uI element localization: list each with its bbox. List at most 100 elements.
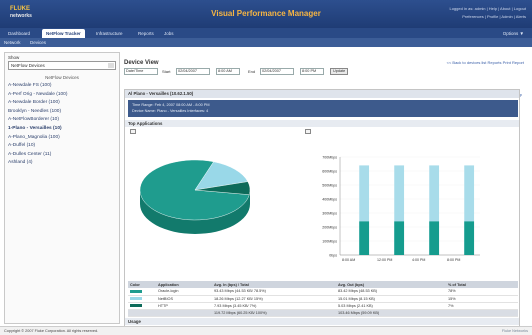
app-header: FLUKE networks Visual Performance Manage… xyxy=(0,0,532,28)
device-list-item[interactable]: A-Perf Orig - Newdale (100) xyxy=(8,91,67,100)
page-title: Device View xyxy=(124,60,159,66)
subnav-devices[interactable]: Devices xyxy=(30,38,46,47)
device-list-item[interactable]: A-Newdale Border (100) xyxy=(8,99,67,108)
sidebar: Show NetFlow Devices NetFlow Devices A-N… xyxy=(4,52,120,324)
color-swatch-cell xyxy=(128,295,156,303)
bar-oracle-login xyxy=(429,221,440,255)
device-list-item[interactable]: A-Plano_Magnolia (100) xyxy=(8,134,67,143)
col-avg-in[interactable]: Avg. In (bps) / Total xyxy=(212,281,332,288)
page-footer: Copyright © 2007 Fluke Corporation. All … xyxy=(0,326,532,335)
tab-infrastructure[interactable]: Infrastructure xyxy=(92,29,127,38)
subnav-network[interactable]: Network xyxy=(4,38,21,47)
col-color[interactable]: Color xyxy=(128,281,156,288)
color-swatch xyxy=(130,289,142,293)
applications-bar-chart: 700Mbps 600Mbps 500Mbps 400Mbps 300Mbps 200Mb… xyxy=(322,155,480,262)
col-percent[interactable]: % of Total xyxy=(446,281,518,288)
avg-out-cell: 83.42 Mbps (48.53 KB) xyxy=(336,288,446,296)
sub-nav: Network Devices xyxy=(0,38,532,47)
table-row[interactable]: Oracle-login 93.43 Mbps (44.53 KB/ 78.5%… xyxy=(128,288,518,296)
end-label: End xyxy=(248,69,256,74)
top-links-secondary[interactable]: Preferences | Profile | Admin | Alerts xyxy=(462,14,526,19)
end-time-input[interactable]: 8:00 PM xyxy=(300,68,324,75)
device-list: A-Newdale FS (100) A-Perf Orig - Newdale… xyxy=(8,82,67,168)
tab-jobs[interactable]: Jobs xyxy=(160,29,178,38)
bar-oracle-login xyxy=(464,221,475,255)
info-device-name: Device Name: Plano - Versailles Interfac… xyxy=(132,109,209,113)
app-cell[interactable]: NetBIOS xyxy=(156,295,212,303)
update-button[interactable]: Update xyxy=(330,68,349,75)
device-list-item[interactable]: Brooklyn - Needles (100) xyxy=(8,108,67,117)
table-header-row: Color Application Avg. In (bps) / Total … xyxy=(128,281,518,288)
tab-netflow-tracker[interactable]: NetFlow Tracker xyxy=(42,29,85,38)
y-tick-label: 600Mbps xyxy=(322,169,337,173)
pct-cell: 78% xyxy=(446,288,518,296)
color-swatch-cell xyxy=(128,302,156,310)
color-swatch-cell xyxy=(128,288,156,296)
device-list-item[interactable]: Ashland (4) xyxy=(8,159,67,168)
bar-oracle-login xyxy=(394,221,405,255)
chevron-down-icon[interactable] xyxy=(108,63,114,68)
usage-header: Usage xyxy=(125,318,519,325)
device-list-item[interactable]: A-Dulles Center (11) xyxy=(8,151,67,160)
sidebar-show-label: Show xyxy=(8,55,20,60)
avg-in-cell: 93.43 Mbps (44.53 KB/ 78.5%) xyxy=(212,288,332,296)
app-cell[interactable]: Oracle-login xyxy=(156,288,212,296)
x-tick-label: 8:00 AM xyxy=(342,258,355,262)
y-tick-label: 0bps xyxy=(329,253,337,257)
device-info-box: Time Range: Feb 4, 2007 08:00 AM - 8:00 … xyxy=(128,100,518,117)
time-range-controls: Date/Time Start 02/04/2007 8:00 AM End 0… xyxy=(124,68,424,76)
applications-pie-chart xyxy=(139,159,251,234)
col-application[interactable]: Application xyxy=(156,281,212,288)
device-list-item[interactable]: A-Duffel (10) xyxy=(8,142,67,151)
end-date-input[interactable]: 02/04/2007 xyxy=(260,68,294,75)
top-applications-header: Top Applications xyxy=(125,120,519,127)
avg-out-cell: 5.03 Mbps (2.41 KB) xyxy=(336,302,446,310)
total-blank xyxy=(128,309,156,317)
avg-in-cell: 7.93 Mbps (3.45 KB/ 7%) xyxy=(212,302,332,310)
copyright-text: Copyright © 2007 Fluke Corporation. All … xyxy=(4,329,99,333)
table-row[interactable]: NetBIOS 18.26 Mbps (12.27 KB/ 15%) 15.01… xyxy=(128,295,518,303)
device-panel: Al Plano - Versailles (10.62.1.50) Time … xyxy=(124,89,520,334)
options-menu[interactable]: Options ▼ xyxy=(503,29,524,38)
range-select[interactable]: Date/Time xyxy=(124,68,158,75)
top-links[interactable]: Logged in as: admin | Help | About | Log… xyxy=(449,6,526,11)
device-type-select[interactable]: NetFlow Devices xyxy=(8,61,116,70)
start-time-input[interactable]: 8:00 AM xyxy=(216,68,240,75)
start-date-input[interactable]: 02/04/2007 xyxy=(176,68,210,75)
bar-options-button[interactable] xyxy=(305,129,311,134)
table-row[interactable]: HTTP 7.93 Mbps (3.45 KB/ 7%) 5.03 Mbps (… xyxy=(128,302,518,310)
pct-cell: 15% xyxy=(446,295,518,303)
device-list-header: NetFlow Devices xyxy=(45,75,79,80)
pie-options-button[interactable] xyxy=(130,129,136,134)
y-tick-label: 700Mbps xyxy=(322,155,337,159)
device-list-item[interactable]: A-Newdale FS (100) xyxy=(8,82,67,91)
avg-in-cell: 18.26 Mbps (12.27 KB/ 15%) xyxy=(212,295,332,303)
y-tick-label: 200Mbps xyxy=(322,225,337,229)
total-in-cell: 119.72 Mbps (60.25 KB/ 100%) xyxy=(212,309,332,317)
bar-oracle-login xyxy=(359,221,370,255)
device-type-value: NetFlow Devices xyxy=(11,63,45,68)
app-cell[interactable]: HTTP xyxy=(156,302,212,310)
total-blank xyxy=(446,309,518,317)
y-tick-label: 400Mbps xyxy=(322,197,337,201)
total-blank xyxy=(156,309,212,317)
device-list-item[interactable]: A-NetFlowBorderer (10) xyxy=(8,116,67,125)
x-tick-label: 4:00 PM xyxy=(412,258,425,262)
col-avg-out[interactable]: Avg. Out (bps) xyxy=(336,281,446,288)
applications-table: Color Application Avg. In (bps) / Total … xyxy=(128,281,518,317)
table-total-row: 119.72 Mbps (60.25 KB/ 100%) 103.46 Mbps… xyxy=(128,309,518,317)
total-out-cell: 103.46 Mbps (59.09 KB) xyxy=(336,309,446,317)
tab-bar: Dashboard NetFlow Tracker Infrastructure… xyxy=(0,28,532,38)
tab-dashboard[interactable]: Dashboard xyxy=(4,29,34,38)
page-links[interactable]: << Back to devices list Reports Print Re… xyxy=(447,60,524,65)
tab-reports[interactable]: Reports xyxy=(134,29,158,38)
pct-cell: 7% xyxy=(446,302,518,310)
avg-out-cell: 15.01 Mbps (8.15 KB) xyxy=(336,295,446,303)
panel-title: Al Plano - Versailles (10.62.1.50) xyxy=(125,90,519,98)
y-tick-label: 500Mbps xyxy=(322,183,337,187)
device-list-item-selected[interactable]: 1-Plano - Versailles (10) xyxy=(8,125,67,134)
y-tick-label: 300Mbps xyxy=(322,211,337,215)
y-tick-label: 100Mbps xyxy=(322,239,337,243)
color-swatch xyxy=(130,304,142,307)
x-tick-label: 12:00 PM xyxy=(377,258,392,262)
